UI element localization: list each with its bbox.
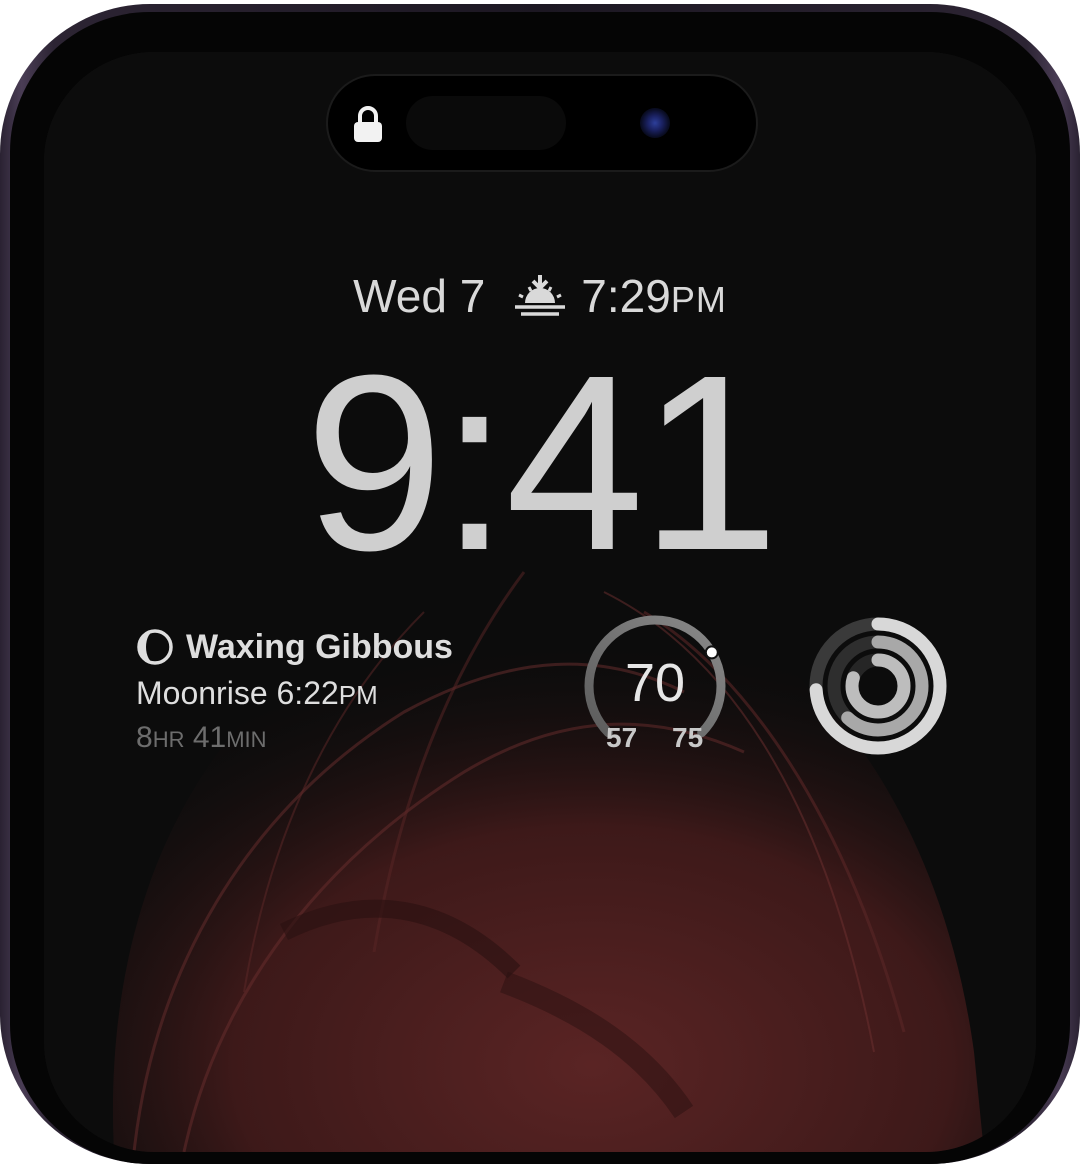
date-label: Wed 7 <box>353 270 486 322</box>
wallpaper-image <box>44 52 1036 1152</box>
moon-visible-duration: 8HR 41MIN <box>136 721 267 754</box>
clock-time[interactable]: 9:41 <box>0 338 1080 588</box>
high-temperature: 75 <box>672 722 704 753</box>
sunset-icon <box>515 275 566 316</box>
lock-icon <box>354 106 382 142</box>
activity-rings-widget[interactable] <box>804 612 952 760</box>
moon-phase-widget[interactable]: Waxing Gibbous Moonrise 6:22PM 8HR 41MIN <box>136 624 556 760</box>
dynamic-island <box>326 74 758 172</box>
current-temperature: 70 <box>624 653 686 713</box>
lock-screen[interactable] <box>44 52 1036 1152</box>
low-temperature: 57 <box>606 722 638 753</box>
moonrise-time: Moonrise 6:22PM <box>136 675 378 711</box>
sunset-time: 7:29PM <box>581 270 727 322</box>
island-sensor <box>406 96 566 150</box>
front-camera <box>640 108 670 138</box>
date-sunset-row[interactable]: Wed 7 7:29PM <box>0 266 1080 326</box>
temperature-widget[interactable]: 70 57 75 <box>580 612 732 762</box>
moon-phase-label: Waxing Gibbous <box>186 627 453 666</box>
sunset-complication: 7:29PM <box>511 269 727 323</box>
activity-rings-icon <box>809 617 947 755</box>
moon-phase-icon <box>137 629 173 665</box>
moon-phase-row: Waxing Gibbous <box>136 624 556 670</box>
